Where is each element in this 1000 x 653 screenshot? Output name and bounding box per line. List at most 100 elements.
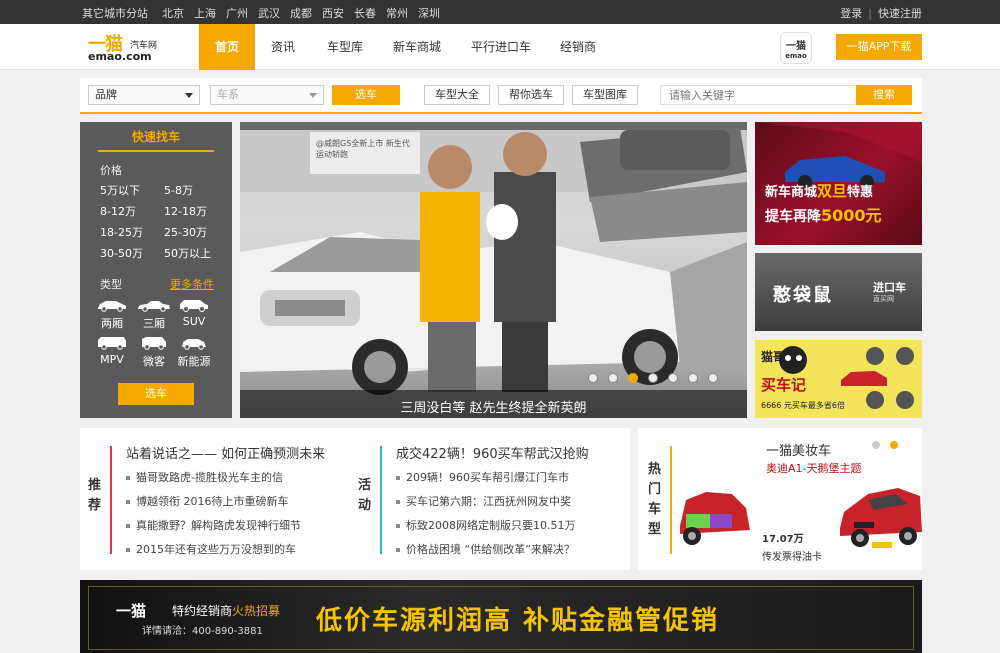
banner-slogan: 低价车源利润高 补贴金融管促销 (316, 606, 720, 636)
price-option[interactable]: 12-18万 (164, 203, 207, 219)
type-sedan[interactable]: 三厢 (134, 298, 174, 331)
other-cities-label[interactable]: 其它城市分站 (82, 5, 148, 21)
banner-buy-car-diary[interactable]: 猫哥 买车记 6666 元买车最多省6倍 (755, 340, 922, 418)
carousel-dot[interactable] (588, 373, 598, 383)
quick-find-title: 快速找车 (131, 130, 180, 144)
all-models-button[interactable]: 车型大全 (424, 85, 490, 105)
hot-carousel-dot[interactable] (872, 441, 880, 449)
nav-dealers[interactable]: 经销商 (553, 24, 603, 70)
nav-home[interactable]: 首页 (199, 24, 255, 70)
city-link[interactable]: 成都 (290, 7, 312, 20)
city-link[interactable]: 长春 (354, 7, 376, 20)
title-underline (98, 150, 214, 152)
price-option[interactable]: 18-25万 (100, 224, 143, 240)
banner-new-car-mall[interactable]: 新车商城双旦特惠 提车再降5000元 (755, 122, 922, 245)
recommend-item[interactable]: 博越领衔 2016待上市重磅新车 (126, 493, 289, 509)
register-link[interactable]: 快速注册 (878, 7, 922, 20)
app-download-button[interactable]: 一猫APP下载 (836, 34, 922, 60)
recommend-label: 推荐 (88, 478, 102, 513)
banner1-line2: 提车再降5000元 (765, 206, 882, 225)
city-link[interactable]: 上海 (194, 7, 216, 20)
hero-carousel[interactable]: @威朗GS全新上市 新生代运动轿跑 三周没白等 赵先生终提全新英朗 (240, 122, 747, 418)
top-bar: 其它城市分站 北京 上海 广州 武汉 成都 西安 长春 常州 深圳 登录 | 快速注册 (0, 0, 1000, 24)
price-option[interactable]: 50万以上 (164, 245, 211, 261)
city-list: 北京 上海 广州 武汉 成都 西安 长春 常州 深圳 (162, 5, 450, 21)
news-panel: 推荐 站着说话之—— 如何正确预测未来 猫哥致路虎-揽胜极光车主的信 博越领衔 … (80, 428, 630, 570)
banner3-line3: 6666 元买车最多省6倍 (761, 401, 845, 410)
mpv-icon (98, 337, 126, 350)
city-link[interactable]: 深圳 (418, 7, 440, 20)
hot-carousel-dot[interactable] (890, 441, 898, 449)
banner3-line2: 买车记 (761, 376, 807, 394)
banner-import-cars[interactable]: 憨袋鼠 进口车 直买网 (755, 253, 922, 331)
hot-car-subtitle[interactable]: 奥迪A1-天鹅堡主题 (766, 460, 862, 476)
dealer-recruit-banner[interactable]: 一猫 特约经销商火热招募 详情请洽：400-890-3881 低价车源利润高 补… (80, 580, 922, 653)
activity-item[interactable]: 209辆！960买车帮引爆江门车市 (396, 469, 569, 485)
banner-phone: 详情请洽：400-890-3881 (142, 626, 263, 637)
city-link[interactable]: 西安 (322, 7, 344, 20)
activity-item[interactable]: 价格战困境 “供给侧改革”来解决？ (396, 541, 575, 557)
recommend-headline[interactable]: 站着说话之—— 如何正确预测未来 (126, 443, 325, 462)
hot-car-gift: 传发票得油卡 (762, 552, 822, 563)
recommend-item[interactable]: 真能撒野？解构路虎发现神行细节 (126, 517, 301, 533)
hatchback-icon (98, 301, 126, 312)
activity-headline[interactable]: 成交422辆！960买车帮武汉抢购 (396, 443, 589, 462)
hero-caption[interactable]: 三周没白等 赵先生终提全新英朗 (240, 397, 747, 416)
price-option[interactable]: 8-12万 (100, 203, 136, 219)
city-link[interactable]: 北京 (162, 7, 184, 20)
brand-select[interactable]: 品牌 (88, 85, 200, 105)
carousel-dot[interactable] (628, 373, 638, 383)
type-hatchback[interactable]: 两厢 (92, 298, 132, 331)
carousel-dot[interactable] (648, 373, 658, 383)
price-option[interactable]: 5万以下 (100, 182, 140, 198)
city-link[interactable]: 武汉 (258, 7, 280, 20)
nav-models[interactable]: 车型库 (317, 24, 373, 70)
hot-car-image-1[interactable] (676, 486, 756, 556)
nav-parallel-import[interactable]: 平行进口车 (463, 24, 539, 70)
nav-new-car-mall[interactable]: 新车商城 (385, 24, 449, 70)
carousel-dot[interactable] (688, 373, 698, 383)
type-minivan[interactable]: 微客 (134, 336, 174, 369)
more-conditions-link[interactable]: 更多条件 (170, 276, 214, 292)
site-logo[interactable]: 一猫 汽车网 emao.com (88, 30, 170, 64)
city-link[interactable]: 常州 (386, 7, 408, 20)
carousel-dot[interactable] (608, 373, 618, 383)
nav-news[interactable]: 资讯 (261, 24, 305, 70)
recommend-item[interactable]: 猫哥致路虎-揽胜极光车主的信 (126, 469, 283, 485)
app-icon[interactable]: 一猫 emao (780, 32, 812, 64)
quick-find-panel: 快速找车 价格 5万以下 5-8万 8-12万 12-18万 18-25万 25… (80, 122, 232, 418)
main-header: 一猫 汽车网 emao.com 首页 资讯 车型库 新车商城 平行进口车 经销商… (0, 24, 1000, 70)
recommend-bar (110, 446, 112, 554)
carousel-dot[interactable] (708, 373, 718, 383)
activity-item[interactable]: 标致2008网络定制版只要10.51万 (396, 517, 575, 533)
price-option[interactable]: 25-30万 (164, 224, 207, 240)
activity-bar (380, 446, 382, 554)
type-suv[interactable]: SUV (174, 298, 214, 328)
login-link[interactable]: 登录 (840, 7, 862, 20)
sedan-icon (138, 301, 170, 312)
showroom-sign: @威朗GS全新上市 新生代运动轿跑 (310, 132, 420, 174)
price-option[interactable]: 5-8万 (164, 182, 193, 198)
logo-domain: emao.com (88, 50, 152, 63)
hot-car-name[interactable]: 一猫美妆车 (766, 440, 831, 459)
search-button[interactable]: 搜索 (856, 85, 912, 105)
banner2-title: 憨袋鼠 (773, 285, 833, 306)
price-option[interactable]: 30-50万 (100, 245, 143, 261)
type-mpv[interactable]: MPV (92, 336, 132, 366)
type-label: 类型 (100, 278, 122, 291)
banner-dealer-line: 特约经销商火热招募 (172, 604, 281, 618)
select-car-button[interactable]: 选车 (332, 85, 400, 105)
recommend-item[interactable]: 2015年还有这些万万没想到的车 (126, 541, 296, 557)
gallery-button[interactable]: 车型图库 (572, 85, 638, 105)
keyword-input[interactable] (660, 85, 858, 105)
banner1-line1: 新车商城双旦特惠 (765, 182, 874, 200)
hot-car-image-2[interactable] (838, 484, 922, 554)
city-link[interactable]: 广州 (226, 7, 248, 20)
quick-select-button[interactable]: 选车 (118, 383, 194, 405)
series-select[interactable]: 车系 (210, 85, 324, 105)
activity-item[interactable]: 买车记第六期：江西抚州网友中奖 (396, 493, 571, 509)
carousel-dot[interactable] (668, 373, 678, 383)
banner3-line1: 猫哥 (761, 350, 786, 364)
type-new-energy[interactable]: 新能源 (174, 336, 214, 369)
help-select-button[interactable]: 帮你选车 (498, 85, 564, 105)
